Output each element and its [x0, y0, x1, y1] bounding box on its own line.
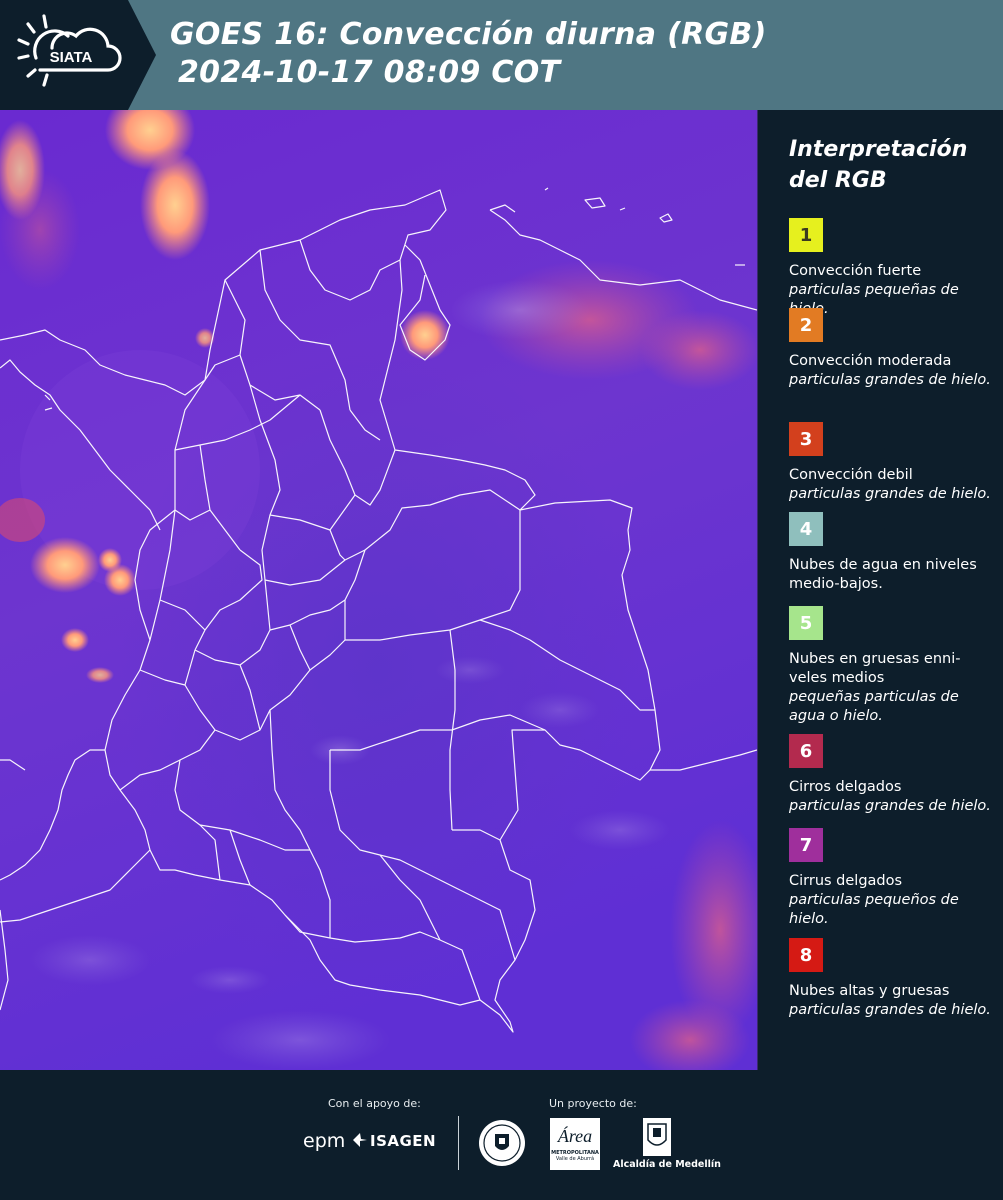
satellite-image [0, 110, 757, 1070]
area-metropolitana-logo: Área METROPOLITANA Valle de Aburrá [550, 1118, 600, 1170]
logo-arrow [128, 0, 156, 110]
legend-item-name: Cirros delgados [789, 779, 902, 795]
legend-item-desc: pequeñas particulas de agua o hielo. [789, 689, 959, 724]
legend-item-name: Convección fuerte [789, 263, 922, 279]
footer-separator [458, 1116, 459, 1170]
legend-item-4: 4 Nubes de agua en niveles medio-bajos. [789, 512, 994, 594]
legend-title: Interpretación del RGB [789, 134, 989, 196]
legend-item-2: 2 Convección moderada particulas grandes… [789, 308, 994, 390]
area-logo-text: Área [557, 1126, 593, 1146]
legend-item-8: 8 Nubes altas y gruesas particulas grand… [789, 938, 994, 1020]
legend-title-line-2: del RGB [789, 168, 887, 193]
medellin-seal-icon [477, 1118, 527, 1172]
legend-item-7: 7 Cirrus delgados particulas pequeños de… [789, 828, 994, 929]
footer: Con el apoyo de: Un proyecto de: epm ISA… [0, 1070, 1003, 1200]
legend-item-name: Convección debil [789, 467, 913, 483]
isagen-icon [351, 1130, 369, 1154]
epm-logo: epm [303, 1130, 346, 1152]
legend-swatch-6: 6 [789, 734, 823, 768]
legend-item-desc: particulas grandes de hielo. [789, 798, 991, 814]
area-logo-sub2: Valle de Aburrá [555, 1156, 595, 1162]
siata-logo: SIATA [0, 0, 128, 110]
legend-item-name: Convección moderada [789, 353, 952, 369]
legend-swatch-7: 7 [789, 828, 823, 862]
legend-item-desc: particulas grandes de hielo. [789, 372, 991, 388]
legend-item-desc: particulas grandes de hielo. [789, 1002, 991, 1018]
legend-item-name: Cirrus delgados [789, 873, 903, 889]
alcaldia-shield-icon [643, 1118, 671, 1160]
satellite-map[interactable] [0, 110, 758, 1070]
legend-item-3: 3 Convección debil particulas grandes de… [789, 422, 994, 504]
legend-swatch-3: 3 [789, 422, 823, 456]
legend-swatch-8: 8 [789, 938, 823, 972]
legend-swatch-4: 4 [789, 512, 823, 546]
legend-panel: Interpretación del RGB 1 Convección fuer… [758, 110, 1003, 1070]
legend-item-6: 6 Cirros delgados particulas grandes de … [789, 734, 994, 816]
siata-logo-text: SIATA [50, 49, 93, 66]
page-title: GOES 16: Convección diurna (RGB) 2024-10… [170, 16, 767, 92]
header-bar: SIATA GOES 16: Convección diurna (RGB) 2… [0, 0, 1003, 110]
legend-item-desc: particulas grandes de hielo. [789, 486, 991, 502]
support-label: Con el apoyo de: [328, 1097, 421, 1110]
title-line-1: GOES 16: Convección diurna (RGB) [170, 17, 767, 52]
title-line-2: 2024-10-17 08:09 COT [178, 55, 561, 90]
legend-title-line-1: Interpretación [789, 137, 968, 162]
legend-swatch-5: 5 [789, 606, 823, 640]
isagen-logo: ISAGEN [370, 1132, 437, 1150]
legend-item-name: Nubes altas y gruesas [789, 983, 950, 999]
legend-item-name: Nubes de agua en niveles medio-bajos. [789, 557, 977, 592]
project-label: Un proyecto de: [549, 1097, 637, 1110]
legend-item-5: 5 Nubes en gruesas enni-veles medios peq… [789, 606, 994, 726]
legend-item-desc: particulas pequeños de hielo. [789, 892, 959, 927]
legend-item-name: Nubes en gruesas enni-veles medios [789, 651, 961, 686]
legend-item-1: 1 Convección fuerte particulas pequeñas … [789, 218, 994, 319]
legend-swatch-1: 1 [789, 218, 823, 252]
alcaldia-logo: Alcaldía de Medellín [613, 1159, 721, 1170]
legend-swatch-2: 2 [789, 308, 823, 342]
sun-cloud-icon: SIATA [17, 14, 122, 87]
